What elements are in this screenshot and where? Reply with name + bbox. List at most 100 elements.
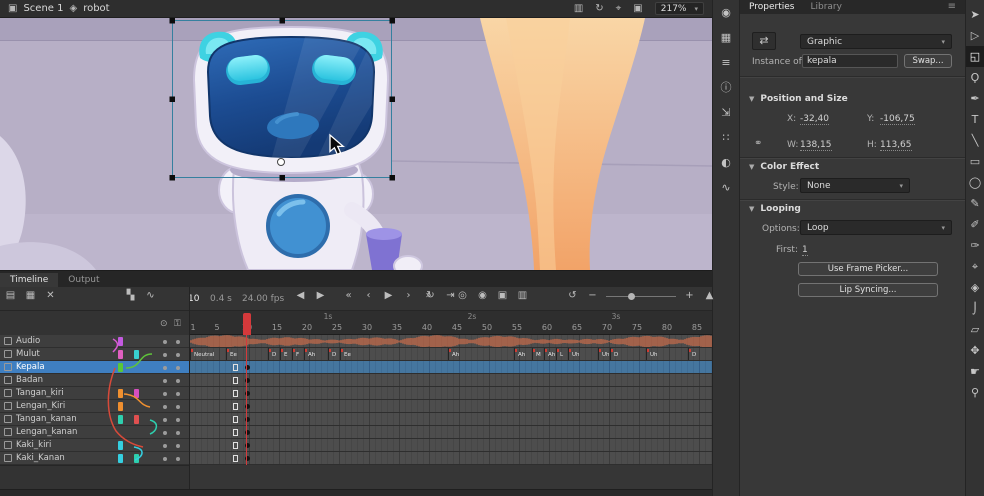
- eraser-tool[interactable]: ▱: [966, 319, 984, 340]
- frames-Kaki_Kanan[interactable]: [190, 452, 712, 465]
- layer-row-Tangan_kanan[interactable]: Tangan_kanan: [0, 413, 189, 426]
- frames-Lengan_kanan[interactable]: [190, 426, 712, 439]
- reset-timeline-zoom-icon[interactable]: ↺: [566, 291, 579, 301]
- go-to-first-frame-icon[interactable]: «: [342, 291, 355, 301]
- delete-layer-icon[interactable]: ✕: [44, 291, 57, 301]
- lock-unlock-all-layers-icon[interactable]: ⚿: [174, 320, 181, 329]
- layer-lock-dot[interactable]: [176, 457, 180, 461]
- lasso-tool[interactable]: Ϙ: [966, 67, 984, 88]
- layer-row-Lengan_Kiri[interactable]: Lengan_Kiri: [0, 400, 189, 413]
- layer-visibility-dot[interactable]: [163, 392, 167, 396]
- layer-visibility-dot[interactable]: [163, 444, 167, 448]
- playhead-handle[interactable]: [243, 313, 251, 335]
- section-looping[interactable]: ▼ Looping: [749, 204, 801, 214]
- mouth-keyframe-Ah[interactable]: Ah: [544, 348, 555, 361]
- layer-row-Audio[interactable]: Audio: [0, 335, 189, 348]
- edit-multiple-frames-icon[interactable]: ▣: [496, 291, 509, 301]
- frames-Mulut[interactable]: NeutralEeDEFAhDEeAhAhMAhLUhUhDUhD: [190, 348, 712, 361]
- transform-panel-icon[interactable]: ⇲: [717, 107, 735, 118]
- layer-row-Badan[interactable]: Badan: [0, 374, 189, 387]
- link-width-height-icon[interactable]: ⚭: [754, 139, 762, 149]
- history-panel-icon[interactable]: ∿: [717, 182, 735, 193]
- panel-menu-icon[interactable]: ≡: [948, 2, 956, 12]
- mouth-keyframe-D[interactable]: D: [328, 348, 339, 361]
- text-tool[interactable]: T: [966, 109, 984, 130]
- layer-visibility-dot[interactable]: [163, 379, 167, 383]
- layer-visibility-dot[interactable]: [163, 366, 167, 370]
- h-value[interactable]: 113,65: [880, 140, 912, 151]
- layer-row-Mulut[interactable]: Mulut: [0, 348, 189, 361]
- center-stage-icon[interactable]: ⌖: [616, 4, 622, 14]
- layer-lock-dot[interactable]: [176, 444, 180, 448]
- line-tool[interactable]: ╲: [966, 130, 984, 151]
- selection-tool[interactable]: ➤: [966, 4, 984, 25]
- onion-skin-icon[interactable]: ◎: [456, 291, 469, 301]
- frames-Badan[interactable]: [190, 374, 712, 387]
- mouth-keyframe-Uh[interactable]: Uh: [646, 348, 687, 361]
- timeline-scrollbar-strip[interactable]: [0, 489, 712, 496]
- frame-grid[interactable]: NeutralEeDEFAhDEeAhAhMAhLUhUhDUhD: [190, 335, 712, 465]
- frame-size-slider[interactable]: [606, 291, 676, 301]
- color-style-select[interactable]: None ▾: [800, 178, 910, 193]
- section-position-and-size[interactable]: ▼ Position and Size: [749, 94, 848, 104]
- library-panel-icon[interactable]: ▦: [717, 32, 735, 43]
- mouth-keyframe-D[interactable]: D: [688, 348, 711, 361]
- show-hide-all-layers-icon[interactable]: ⊙: [160, 320, 168, 329]
- layer-visibility-dot[interactable]: [163, 405, 167, 409]
- oval-tool[interactable]: ◯: [966, 172, 984, 193]
- timeline-tab-timeline[interactable]: Timeline: [0, 273, 58, 287]
- frame-view-icon[interactable]: ▥: [516, 291, 529, 301]
- frame-rate-value[interactable]: 24.00 fps: [242, 294, 284, 304]
- layer-lock-dot[interactable]: [176, 353, 180, 357]
- classic-brush-tool[interactable]: ✑: [966, 235, 984, 256]
- mouth-keyframe-D[interactable]: D: [610, 348, 645, 361]
- loop-playback-icon[interactable]: ↻: [424, 291, 437, 301]
- layer-visibility-dot[interactable]: [163, 457, 167, 461]
- symbol-behavior-select[interactable]: Graphic ▾: [800, 34, 952, 49]
- mouth-keyframe-L[interactable]: L: [556, 348, 567, 361]
- pen-tool[interactable]: ✒: [966, 88, 984, 109]
- properties-panel-icon[interactable]: ◉: [717, 7, 735, 18]
- swap-symbol-icon[interactable]: ⇄: [752, 32, 776, 50]
- swap-button[interactable]: Swap...: [904, 54, 952, 68]
- use-frame-picker-button[interactable]: Use Frame Picker...: [798, 262, 938, 276]
- frames-Lengan_Kiri[interactable]: [190, 400, 712, 413]
- fluid-brush-tool[interactable]: ✐: [966, 214, 984, 235]
- paint-bucket-tool[interactable]: ◈: [966, 277, 984, 298]
- y-value[interactable]: -106,75: [880, 114, 915, 125]
- frames-Audio[interactable]: [190, 335, 712, 348]
- subselection-tool[interactable]: ▷: [966, 25, 984, 46]
- pencil-tool[interactable]: ✎: [966, 193, 984, 214]
- w-value[interactable]: 138,15: [800, 140, 832, 151]
- mouth-keyframe-F[interactable]: F: [292, 348, 303, 361]
- breadcrumb-scene[interactable]: Scene 1: [23, 3, 63, 14]
- timeline-tab-output[interactable]: Output: [58, 273, 109, 287]
- onion-skin-outlines-icon[interactable]: ◉: [476, 291, 489, 301]
- eyedropper-tool[interactable]: ⌡: [966, 298, 984, 319]
- layer-lock-dot[interactable]: [176, 366, 180, 370]
- layer-visibility-dot[interactable]: [163, 340, 167, 344]
- mouth-keyframe-Ah[interactable]: Ah: [304, 348, 327, 361]
- loop-options-select[interactable]: Loop ▾: [800, 220, 952, 235]
- breadcrumb-symbol[interactable]: robot: [83, 3, 109, 14]
- mouth-keyframe-Ee[interactable]: Ee: [340, 348, 447, 361]
- layer-lock-dot[interactable]: [176, 392, 180, 396]
- asset-warp-tool[interactable]: ⌖: [966, 256, 984, 277]
- layer-row-Tangan_kiri[interactable]: Tangan_kiri: [0, 387, 189, 400]
- first-frame-value[interactable]: 1: [802, 245, 808, 256]
- mouth-keyframe-Uh[interactable]: Uh: [598, 348, 609, 361]
- previous-frame-icon[interactable]: ‹: [362, 291, 375, 301]
- next-frame-icon[interactable]: ›: [402, 291, 415, 301]
- layer-row-Kaki_Kanan[interactable]: Kaki_Kanan: [0, 452, 189, 465]
- zoom-out-frames-icon[interactable]: −: [586, 291, 599, 301]
- mouth-keyframe-D[interactable]: D: [268, 348, 279, 361]
- color-panel-icon[interactable]: ◐: [717, 157, 735, 168]
- properties-tab-properties[interactable]: Properties: [749, 2, 794, 12]
- frames-Kepala[interactable]: [190, 361, 712, 374]
- step-forward-icon[interactable]: ▶: [314, 291, 327, 301]
- brushes-panel-icon[interactable]: ∷: [717, 132, 735, 143]
- mouth-keyframe-Neutral[interactable]: Neutral: [190, 348, 225, 361]
- layer-lock-dot[interactable]: [176, 340, 180, 344]
- layer-visibility-dot[interactable]: [163, 353, 167, 357]
- screen-mode-icon[interactable]: ▣: [633, 4, 642, 14]
